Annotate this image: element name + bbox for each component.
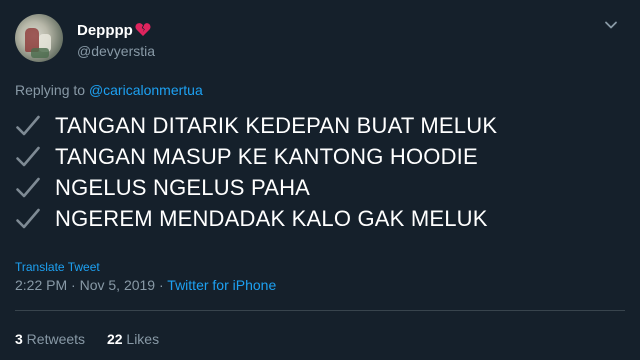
broken-heart-icon [135,22,151,42]
meta-separator: · [67,277,80,293]
replying-prefix: Replying to [15,82,89,98]
likes-label: Likes [122,331,160,347]
translate-tweet-link[interactable]: Translate Tweet [15,260,100,275]
display-name[interactable]: Depppp [77,22,151,42]
tweet-time[interactable]: 2:22 PM [15,277,67,293]
tweet-date[interactable]: Nov 5, 2019 [80,277,156,293]
meta-separator: · [155,277,168,293]
tweet-line-text: NGELUS NGELUS PAHA [55,175,311,200]
avatar[interactable] [15,14,63,62]
display-name-text: Depppp [77,22,133,39]
retweets-label: Retweets [22,331,86,347]
check-icon [16,208,40,229]
tweet-line-text: NGEREM MENDADAK KALO GAK MELUK [55,206,488,231]
chevron-down-icon[interactable] [604,18,618,32]
tweet-line-text: TANGAN MASUP KE KANTONG HOODIE [55,144,478,169]
tweet-line-text: TANGAN DITARIK KEDEPAN BUAT MELUK [55,113,498,138]
check-icon [16,146,40,167]
reply-mention-link[interactable]: @caricalonmertua [89,82,203,98]
tweet-stats: 3 Retweets 22 Likes [15,330,159,348]
avatar-photo-figure [31,48,49,58]
check-icon [16,177,40,198]
tweet-meta: 2:22 PM · Nov 5, 2019 · Twitter for iPho… [15,276,276,294]
divider [15,310,625,311]
tweet-source-link[interactable]: Twitter for iPhone [167,277,276,293]
likes-stat[interactable]: 22 Likes [107,331,159,347]
likes-count: 22 [106,331,123,347]
user-handle[interactable]: @devyerstia [77,42,155,60]
retweets-count: 3 [15,331,23,347]
replying-to: Replying to @caricalonmertua [15,81,203,99]
tweet-card: Depppp @devyerstia Replying to @caricalo… [0,0,640,360]
check-icon [16,115,40,136]
retweets-stat[interactable]: 3 Retweets [15,331,85,347]
